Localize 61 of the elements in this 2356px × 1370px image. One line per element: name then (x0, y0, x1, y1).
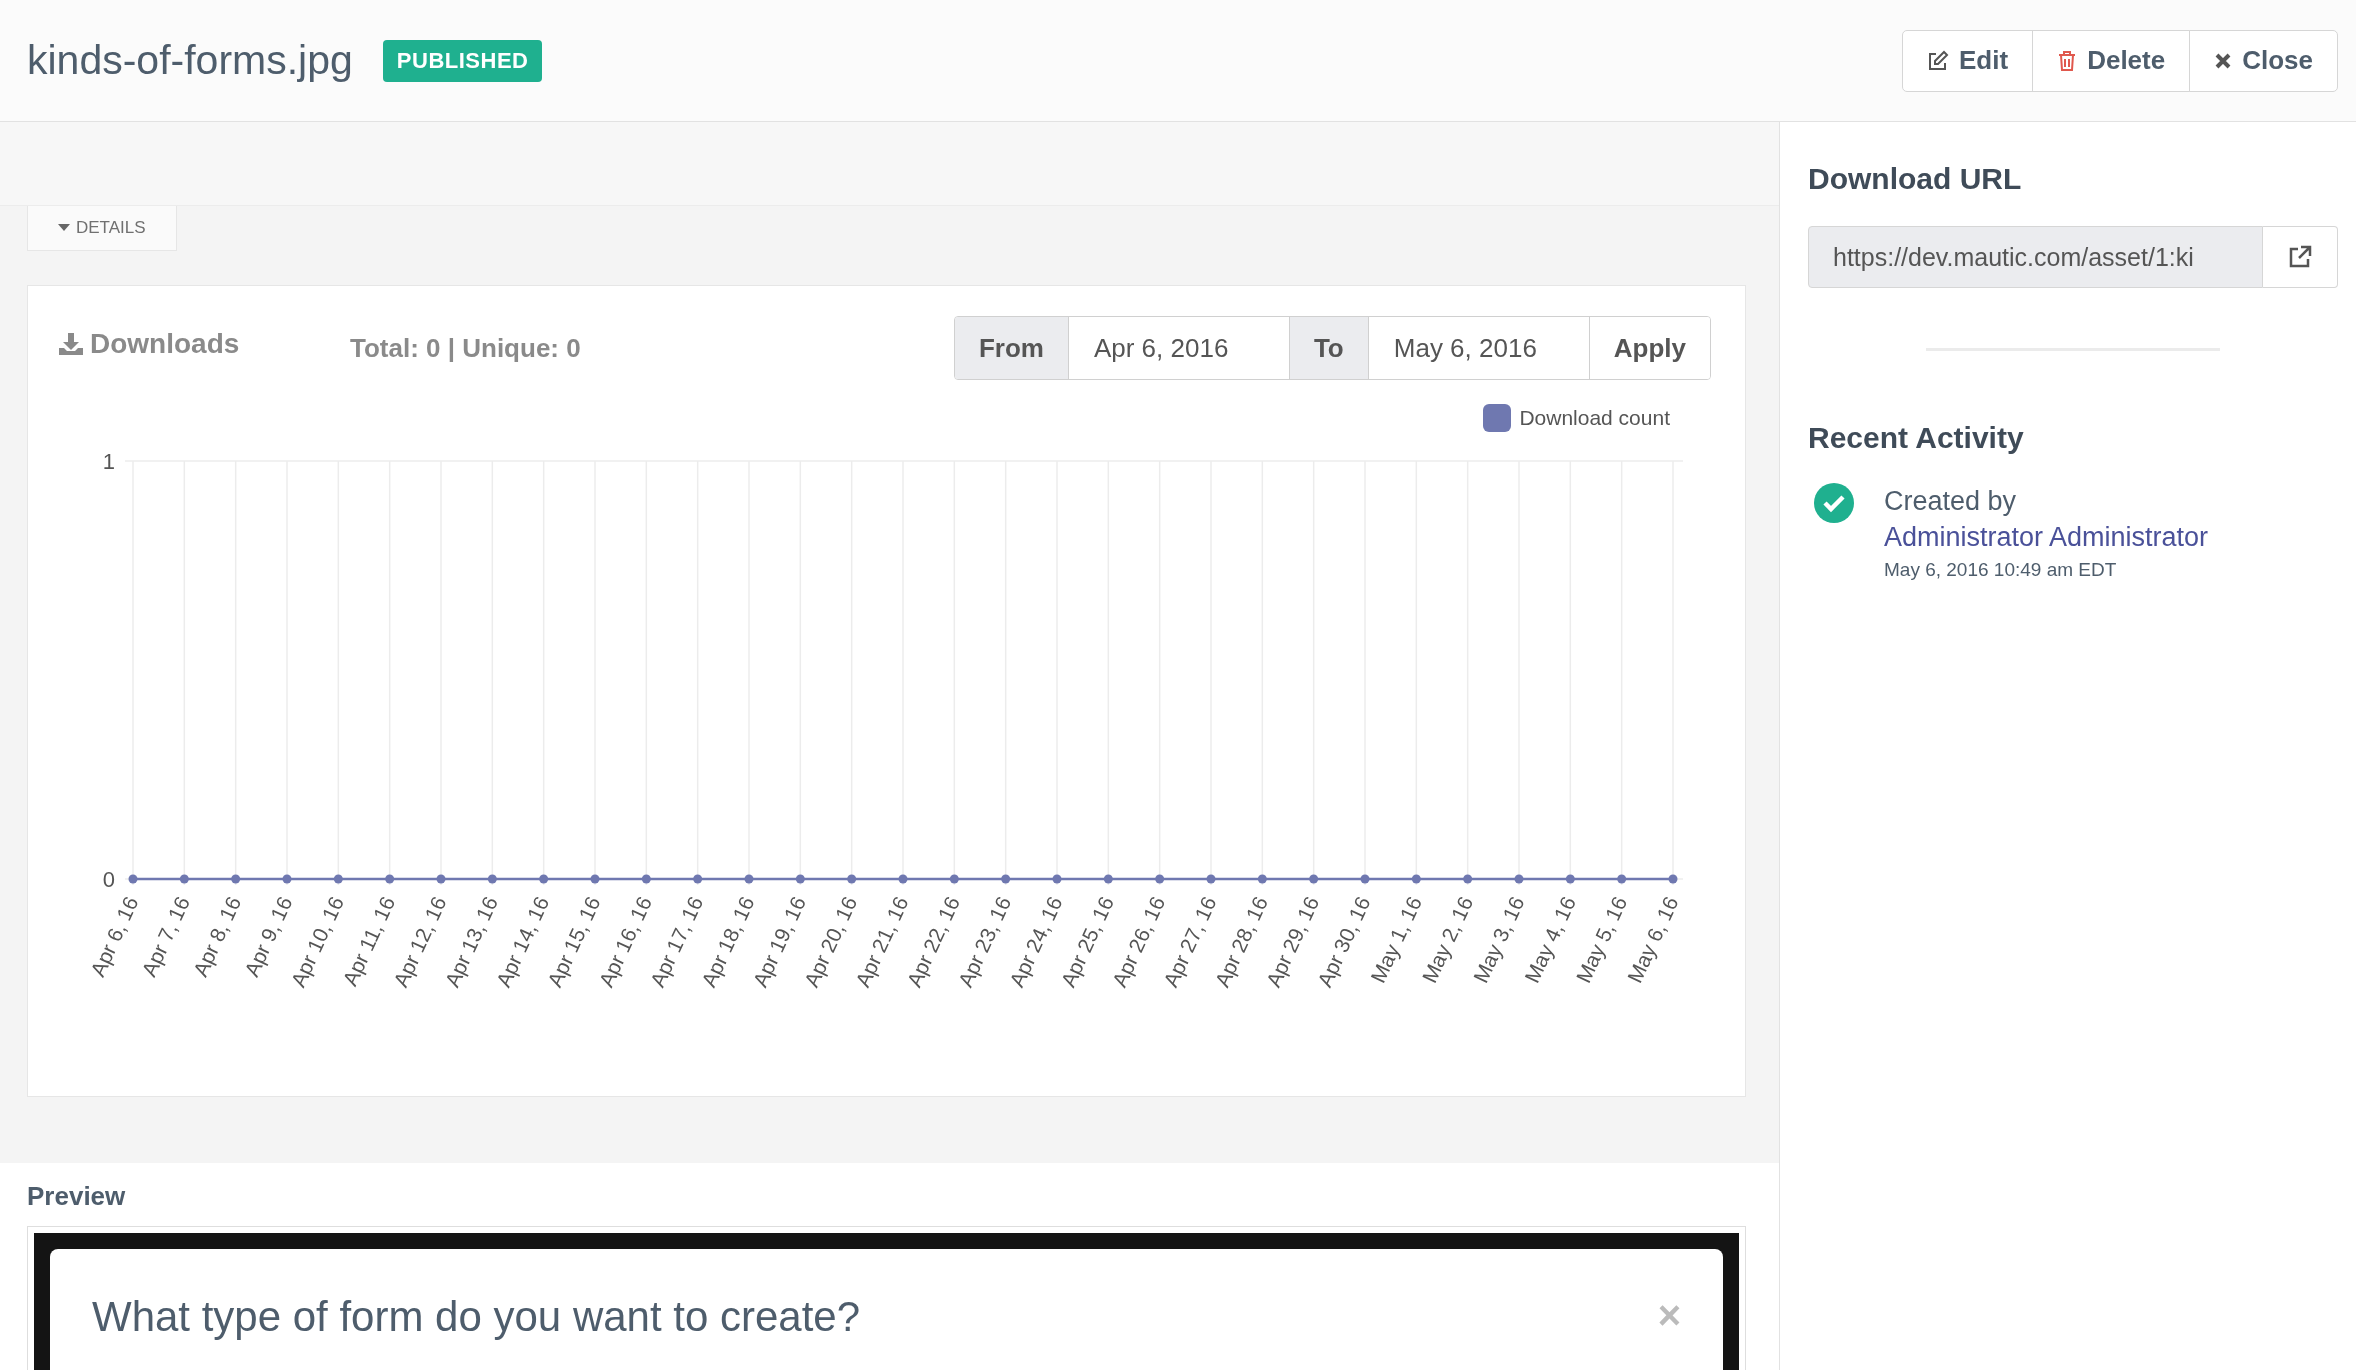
data-point (898, 874, 908, 884)
data-point (1565, 874, 1575, 884)
data-point (847, 874, 857, 884)
edit-button[interactable]: Edit (1902, 29, 2034, 92)
from-label: From (954, 317, 1069, 379)
download-summary: Total: 0 | Unique: 0 (350, 332, 582, 364)
data-point (333, 874, 343, 884)
data-point (1360, 874, 1370, 884)
data-point (436, 874, 446, 884)
section-title: Preview (27, 1181, 127, 1212)
details-toggle[interactable]: DETAILS (27, 206, 177, 251)
activity-time: May 6, 2016 10:49 am EDT (1884, 559, 2118, 581)
chart-title: Downloads (90, 328, 240, 360)
close-icon (2214, 51, 2233, 70)
y-tick-label: 0 (102, 867, 115, 892)
activity-text: Created by Administrator Administrator (1884, 485, 2210, 554)
data-point (744, 874, 754, 884)
data-point (641, 874, 651, 884)
data-point (1463, 874, 1473, 884)
open-link-button[interactable] (2263, 226, 2338, 288)
data-point (949, 874, 959, 884)
data-point (1411, 874, 1421, 884)
check-icon (1814, 483, 1854, 523)
caret-icon (58, 224, 70, 232)
data-point (1668, 874, 1678, 884)
data-point (179, 874, 189, 884)
dialog-heading: What type of form do you want to create? (92, 1293, 861, 1341)
download-icon (58, 331, 84, 357)
data-point (385, 874, 395, 884)
data-point (128, 874, 138, 884)
data-point (795, 874, 805, 884)
edit-icon (1927, 49, 1950, 72)
data-point (1103, 874, 1113, 884)
close-icon: × (1657, 1293, 1681, 1338)
data-point (1617, 874, 1627, 884)
data-point (1309, 874, 1319, 884)
data-point (1155, 874, 1165, 884)
data-point (1001, 874, 1011, 884)
status-badge: PUBLISHED (382, 39, 543, 82)
trash-icon (2057, 49, 2078, 72)
data-point (1257, 874, 1267, 884)
author-link[interactable]: Administrator Administrator (1884, 522, 2209, 552)
section-title: Recent Activity (1808, 421, 2025, 455)
to-label: To (1289, 317, 1369, 379)
page-title: kinds-of-forms.jpg (27, 37, 353, 84)
data-point (1206, 874, 1216, 884)
data-point (693, 874, 703, 884)
section-title: Download URL (1808, 162, 2023, 196)
data-point (487, 874, 497, 884)
y-tick-label: 1 (102, 449, 115, 474)
url-field[interactable]: https://dev.mautic.com/asset/1:ki (1808, 226, 2263, 288)
delete-button[interactable]: Delete (2032, 29, 2191, 92)
data-point (539, 874, 549, 884)
close-button[interactable]: Close (2189, 29, 2338, 92)
data-point (282, 874, 292, 884)
legend-label: Download count (1519, 406, 1670, 430)
data-point (231, 874, 241, 884)
external-link-icon (2287, 244, 2313, 270)
data-point (1052, 874, 1062, 884)
data-point (1514, 874, 1524, 884)
data-point (590, 874, 600, 884)
